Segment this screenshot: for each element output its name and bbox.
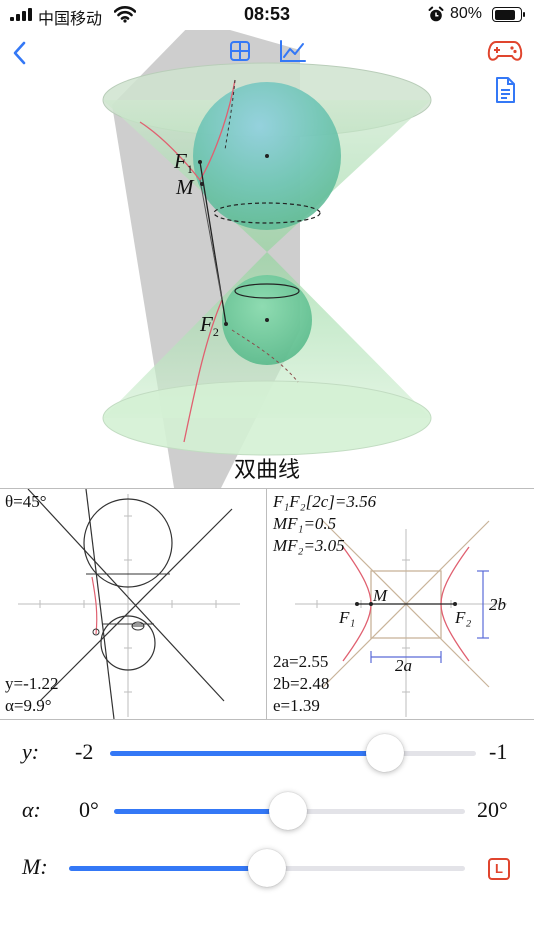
slider-alpha-max: 20°: [477, 797, 508, 822]
label-2a: 2a: [395, 656, 412, 675]
battery-percentage: 80%: [450, 5, 483, 22]
label-2b: 2b: [489, 595, 506, 614]
label-F2: F2: [200, 312, 219, 340]
battery-icon: [492, 7, 525, 22]
hyperbola-label-F1: F₁: [339, 608, 356, 627]
hyperbola-panel[interactable]: F₁F₂[2c]=3.56 MF₁=0.5 MF₂=3.05 M F₁ F₂ 2…: [267, 489, 534, 719]
slider-alpha-label: α:: [22, 797, 41, 822]
gamepad-icon[interactable]: [487, 39, 523, 63]
hyperbola-label-M: M: [373, 586, 388, 605]
a2-readout: 2a=2.55: [273, 652, 329, 671]
slider-row-alpha: α: 0° 20°: [0, 789, 534, 833]
slider-alpha-track[interactable]: [114, 792, 465, 830]
theta-readout: θ=45°: [5, 492, 47, 511]
slider-M-label: M:: [22, 854, 48, 879]
hyperbola-label-F2: F₂: [455, 608, 472, 627]
cross-section-panel[interactable]: θ=45° y=-1.22 α=9.9°: [0, 489, 266, 719]
lower-cone-rim: [102, 380, 432, 456]
alpha-readout: α=9.9°: [5, 696, 52, 715]
alarm-icon: [428, 6, 444, 22]
slider-alpha-thumb[interactable]: [268, 792, 307, 830]
divider-bottom: [0, 719, 534, 720]
slider-M-fill: [69, 866, 267, 871]
grid-icon[interactable]: [229, 40, 251, 62]
slider-M-track[interactable]: [69, 849, 465, 887]
mf2-readout: MF₂=3.05: [273, 536, 345, 555]
slider-y-thumb[interactable]: [365, 734, 404, 772]
3d-double-cone-drawing[interactable]: [0, 30, 534, 488]
lock-button[interactable]: L: [488, 858, 510, 880]
document-icon[interactable]: [494, 76, 516, 104]
slider-y-min: -2: [75, 739, 94, 764]
mf1-readout: MF₁=0.5: [273, 514, 337, 533]
3d-scene-view[interactable]: F1 M F2 双曲线: [0, 30, 534, 488]
b2-readout: 2b=2.48: [273, 674, 330, 693]
line-chart-icon[interactable]: [279, 39, 307, 63]
slider-y-fill: [110, 751, 385, 756]
slider-row-y: y: -2 -1: [0, 731, 534, 775]
slider-y-label: y:: [22, 739, 40, 764]
focal-distance-readout: F₁F₂[2c]=3.56: [273, 492, 377, 511]
label-M: M: [176, 175, 194, 199]
chevron-left-icon[interactable]: [10, 40, 30, 66]
status-bar: 中国移动 08:53 80%: [0, 0, 534, 30]
scene-title: 双曲线: [233, 458, 300, 483]
slider-row-M: M: L: [0, 846, 534, 890]
eccentricity-readout: e=1.39: [273, 696, 320, 715]
slider-alpha-fill: [114, 809, 288, 814]
slider-y-max: -1: [489, 739, 508, 764]
slider-alpha-min: 0°: [79, 797, 99, 822]
slider-y-track[interactable]: [110, 734, 476, 772]
y-readout: y=-1.22: [5, 674, 59, 693]
slider-M-thumb[interactable]: [248, 849, 286, 887]
